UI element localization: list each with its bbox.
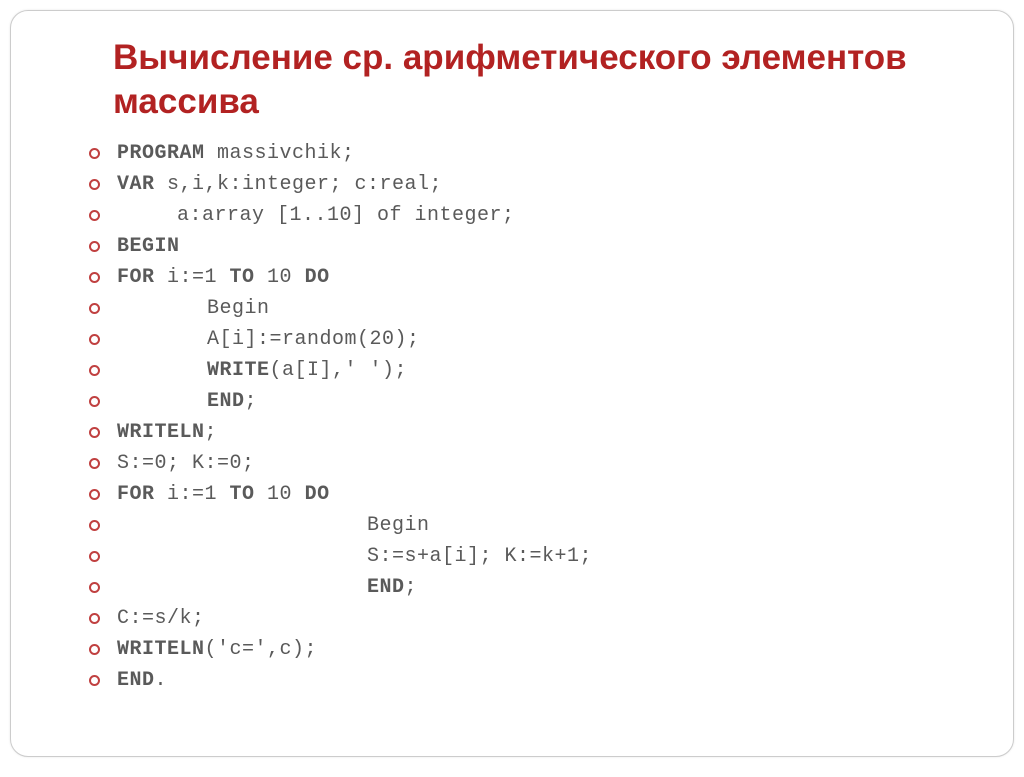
keyword: to [230,483,255,506]
keyword: do [305,483,330,506]
code-text: S:=0; K:=0; [117,452,255,475]
code-text: ('c=',c); [205,638,318,661]
code-line: C:=s/k; [89,603,973,634]
code-text: s,i,k:integer; c:real; [155,173,443,196]
keyword: var [117,173,155,196]
keyword: Writeln [117,638,205,661]
keyword: end [367,576,405,599]
code-text: S:=s+a[i]; K:=k+1; [367,545,592,568]
code-line: Writeln; [89,417,973,448]
code-line: A[i]:=random(20); [89,324,973,355]
code-text: i:=1 [155,483,230,506]
code-text: massivchik; [205,142,355,165]
keyword: for [117,483,155,506]
code-line: for i:=1 to 10 do [89,262,973,293]
keyword: for [117,266,155,289]
code-text: (a[I],' '); [270,359,408,382]
code-text: Begin [207,297,270,320]
keyword: Writeln [117,421,205,444]
code-text: Begin [367,514,430,537]
code-line: Begin [89,293,973,324]
code-text: ; [205,421,218,444]
code-line: Writeln('c=',c); [89,634,973,665]
code-line: Begin [89,510,973,541]
code-line: end; [89,386,973,417]
code-text: i:=1 [155,266,230,289]
code-line: for i:=1 to 10 do [89,479,973,510]
code-text: C:=s/k; [117,607,205,630]
keyword: to [230,266,255,289]
code-text: A[i]:=random(20); [207,328,420,351]
keyword: end [207,390,245,413]
keyword: Program [117,142,205,165]
code-text: a:array [1..10] of integer; [177,204,515,227]
code-text: ; [405,576,418,599]
slide-heading: Вычисление ср. арифметического элементов… [113,36,973,124]
code-line: Program massivchik; [89,138,973,169]
code-text: 10 [255,266,305,289]
slide-container: Вычисление ср. арифметического элементов… [10,10,1014,757]
code-line: a:array [1..10] of integer; [89,200,973,231]
code-text: . [155,669,168,692]
code-line: end; [89,572,973,603]
code-line: S:=s+a[i]; K:=k+1; [89,541,973,572]
code-line: BEGIN [89,231,973,262]
code-line: Write(a[I],' '); [89,355,973,386]
code-line: S:=0; K:=0; [89,448,973,479]
keyword: Write [207,359,270,382]
code-list: Program massivchik; var s,i,k:integer; c… [51,138,973,696]
code-text: 10 [255,483,305,506]
code-text: ; [245,390,258,413]
code-line: END. [89,665,973,696]
keyword: BEGIN [117,235,180,258]
keyword: END [117,669,155,692]
keyword: do [305,266,330,289]
code-line: var s,i,k:integer; c:real; [89,169,973,200]
